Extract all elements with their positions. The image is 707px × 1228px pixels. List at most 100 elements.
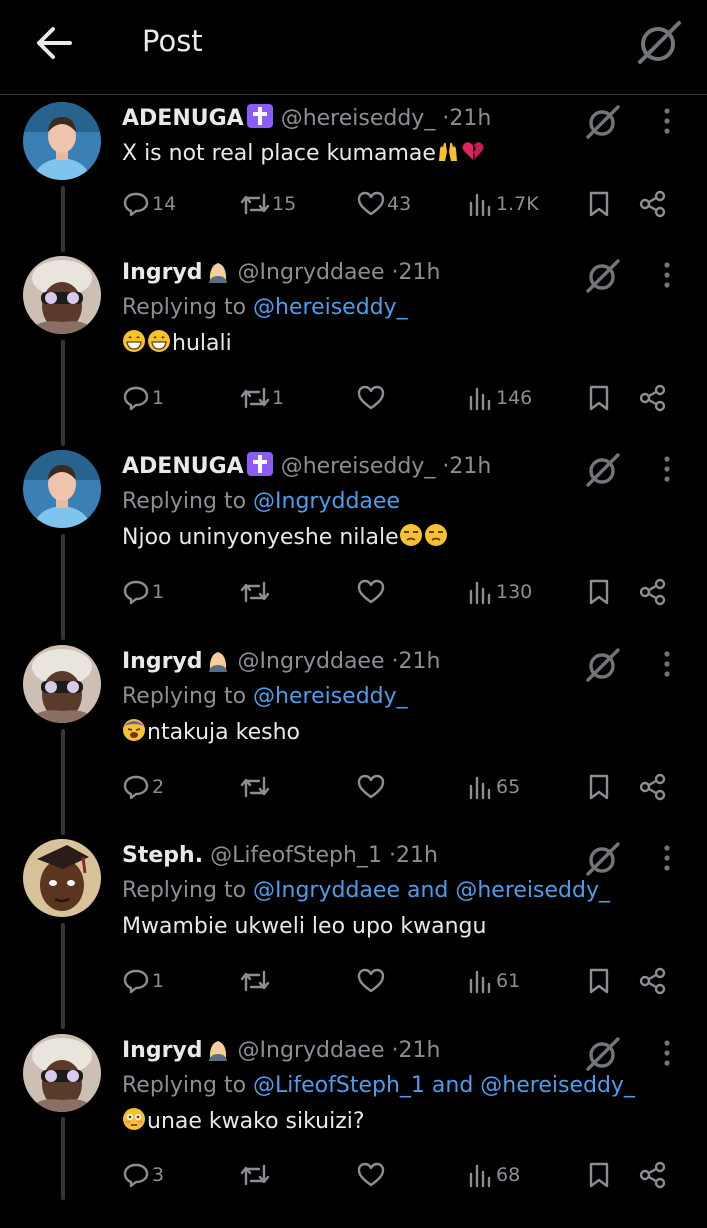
like-button[interactable] [356, 1155, 387, 1195]
grok-icon[interactable] [583, 256, 623, 296]
bookmark-button[interactable] [585, 1155, 613, 1195]
share-button[interactable] [638, 1155, 668, 1195]
timestamp[interactable]: 21h [399, 260, 441, 285]
reply-button[interactable]: 14 [121, 184, 176, 224]
display-name[interactable]: Ingryd [122, 1038, 203, 1063]
handle[interactable]: @Ingryddaee [238, 649, 385, 674]
bookmark-button[interactable] [585, 767, 613, 807]
tweet-body: unae kwako sikuizi? [147, 1109, 365, 1134]
views-button[interactable]: 1.7K [467, 184, 539, 224]
grok-icon[interactable] [583, 645, 623, 685]
avatar[interactable] [23, 1034, 101, 1112]
views-button[interactable]: 130 [467, 572, 532, 612]
repost-button[interactable]: 1 [239, 378, 284, 418]
display-name[interactable]: ADENUGA [122, 454, 244, 479]
bookmark-button[interactable] [585, 184, 613, 224]
timestamp[interactable]: 21h [396, 843, 438, 868]
avatar[interactable] [23, 839, 101, 917]
handle[interactable]: @Ingryddaee [238, 1038, 385, 1063]
repost-button[interactable] [239, 961, 272, 1001]
share-button[interactable] [638, 767, 668, 807]
reply-button[interactable]: 2 [121, 767, 164, 807]
reply-mention-link[interactable]: @Ingryddaee [253, 489, 400, 514]
share-button[interactable] [638, 378, 668, 418]
timestamp[interactable]: 21h [449, 106, 491, 131]
bookmark-button[interactable] [585, 961, 613, 1001]
reply-count: 3 [152, 1164, 165, 1186]
tweet[interactable]: Ingryd @Ingryddaee ·21h Replying to @her… [0, 645, 707, 839]
avatar[interactable] [23, 102, 101, 180]
display-name[interactable]: Ingryd [122, 260, 203, 285]
reply-mention-link[interactable]: @hereiseddy_ [253, 684, 408, 709]
views-button[interactable]: 65 [467, 767, 520, 807]
share-button[interactable] [638, 572, 668, 612]
repost-button[interactable] [239, 767, 272, 807]
like-button[interactable] [356, 378, 387, 418]
more-options-icon[interactable] [656, 454, 678, 484]
timestamp[interactable]: 21h [449, 454, 491, 479]
like-button[interactable]: 43 [356, 184, 411, 224]
views-button[interactable]: 146 [467, 378, 532, 418]
woman-emoji-icon [205, 646, 231, 672]
tweet-body: Njoo uninyonyeshe nilale [122, 525, 399, 550]
cross-badge-icon [246, 451, 274, 477]
reply-button[interactable]: 1 [121, 378, 164, 418]
avatar[interactable] [23, 645, 101, 723]
top-bar: Post [0, 0, 707, 95]
tweet[interactable]: ADENUGA @hereiseddy_ ·21h Replying to @I… [0, 450, 707, 644]
timestamp[interactable]: 21h [399, 649, 441, 674]
reply-mention-link[interactable]: @Ingryddaee and @hereiseddy_ [253, 878, 610, 903]
tweet-text: Njoo uninyonyeshe nilale [122, 520, 572, 556]
more-options-icon[interactable] [656, 649, 678, 679]
unamused-emoji-icon [424, 523, 448, 547]
display-name[interactable]: ADENUGA [122, 106, 244, 131]
reply-button[interactable]: 3 [121, 1155, 164, 1195]
repost-button[interactable] [239, 572, 272, 612]
tweet[interactable]: Ingryd @Ingryddaee ·21h Replying to @Lif… [0, 1034, 707, 1228]
tweet-body: ntakuja kesho [147, 720, 301, 745]
repost-button[interactable] [239, 1155, 272, 1195]
grin-emoji-icon [147, 329, 171, 353]
like-button[interactable] [356, 572, 387, 612]
replying-to-label: Replying to [122, 684, 247, 709]
grok-icon[interactable] [583, 1034, 623, 1074]
bookmark-button[interactable] [585, 378, 613, 418]
reply-mention-link[interactable]: @LifeofSteph_1 and @hereiseddy_ [253, 1073, 635, 1098]
like-button[interactable] [356, 767, 387, 807]
replying-to: Replying to @hereiseddy_ [122, 290, 572, 326]
grok-icon[interactable] [583, 102, 623, 142]
reply-button[interactable]: 1 [121, 572, 164, 612]
grok-icon[interactable] [583, 839, 623, 879]
handle[interactable]: @Ingryddaee [238, 260, 385, 285]
reply-mention-link[interactable]: @hereiseddy_ [253, 295, 408, 320]
grin-emoji-icon [122, 329, 146, 353]
more-options-icon[interactable] [656, 260, 678, 290]
handle[interactable]: @hereiseddy_ [281, 106, 436, 131]
more-options-icon[interactable] [656, 1038, 678, 1068]
back-arrow-icon[interactable] [30, 22, 80, 64]
timestamp[interactable]: 21h [399, 1038, 441, 1063]
more-options-icon[interactable] [656, 843, 678, 873]
views-button[interactable]: 68 [467, 1155, 520, 1195]
like-button[interactable] [356, 961, 387, 1001]
view-count: 61 [496, 970, 521, 992]
display-name[interactable]: Ingryd [122, 649, 203, 674]
avatar[interactable] [23, 256, 101, 334]
avatar[interactable] [23, 450, 101, 528]
bookmark-button[interactable] [585, 572, 613, 612]
grok-icon[interactable] [632, 16, 686, 70]
reply-button[interactable]: 1 [121, 961, 164, 1001]
tweet[interactable]: Steph. @LifeofSteph_1 ·21h Replying to @… [0, 839, 707, 1033]
repost-button[interactable]: 15 [239, 184, 296, 224]
share-button[interactable] [638, 961, 668, 1001]
handle[interactable]: @LifeofSteph_1 [210, 843, 382, 868]
grok-icon[interactable] [583, 450, 623, 490]
tweet-body: hulali [172, 331, 232, 356]
share-button[interactable] [638, 184, 668, 224]
views-button[interactable]: 61 [467, 961, 520, 1001]
more-options-icon[interactable] [656, 106, 678, 136]
tweet[interactable]: Ingryd @Ingryddaee ·21h Replying to @her… [0, 256, 707, 450]
display-name[interactable]: Steph. [122, 843, 203, 868]
tweet-actions: 1 61 [0, 961, 707, 1001]
handle[interactable]: @hereiseddy_ [281, 454, 436, 479]
